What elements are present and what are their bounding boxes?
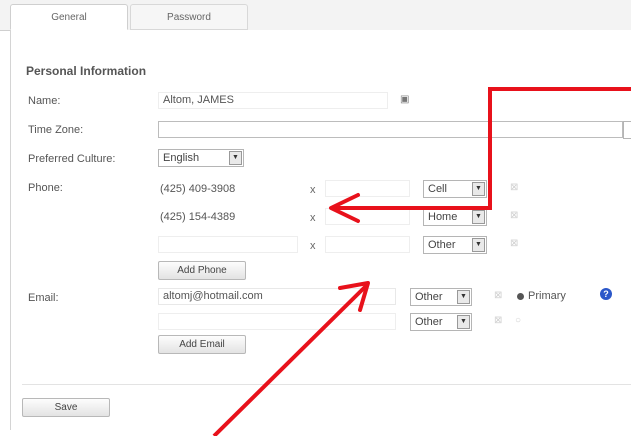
annotation-arrow-to-extension bbox=[335, 87, 631, 210]
annotation-arrows bbox=[212, 87, 631, 436]
annotation-arrow-to-email-gap bbox=[212, 284, 368, 436]
